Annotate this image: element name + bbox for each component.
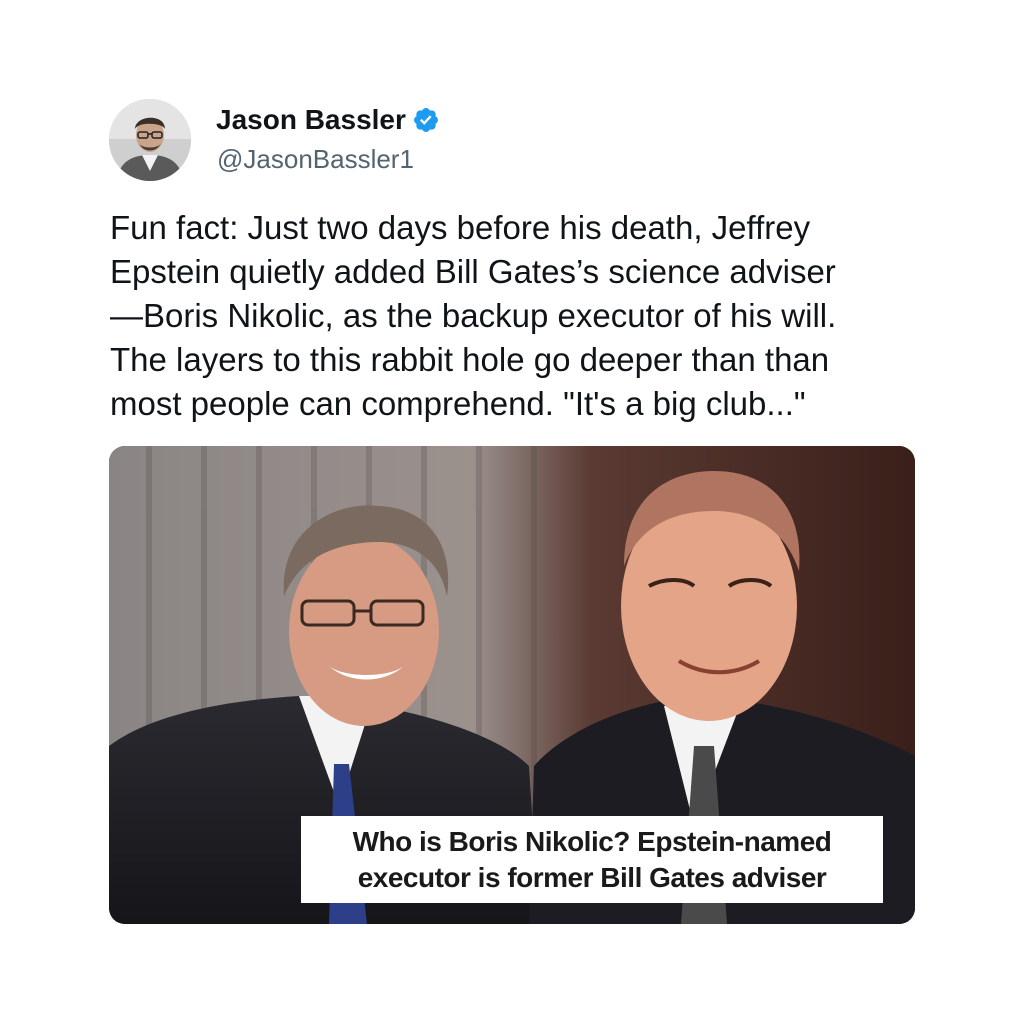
name-row: Jason Bassler (216, 103, 440, 137)
headline-text: Who is Boris Nikolic? Epstein-named exec… (352, 825, 832, 893)
tweet-media[interactable]: Who is Boris Nikolic? Epstein-named exec… (109, 446, 915, 924)
display-name[interactable]: Jason Bassler (216, 103, 406, 137)
tweet-header: Jason Bassler @JasonBassler1 (109, 99, 809, 183)
verified-badge-icon (412, 106, 440, 134)
headline-banner: Who is Boris Nikolic? Epstein-named exec… (301, 816, 883, 903)
avatar-image (109, 99, 191, 181)
avatar[interactable] (109, 99, 191, 181)
tweet-card: Jason Bassler @JasonBassler1 Fun fact: J… (0, 0, 1024, 1024)
user-handle[interactable]: @JasonBassler1 (217, 143, 414, 175)
tweet-text: Fun fact: Just two days before his death… (110, 209, 837, 422)
